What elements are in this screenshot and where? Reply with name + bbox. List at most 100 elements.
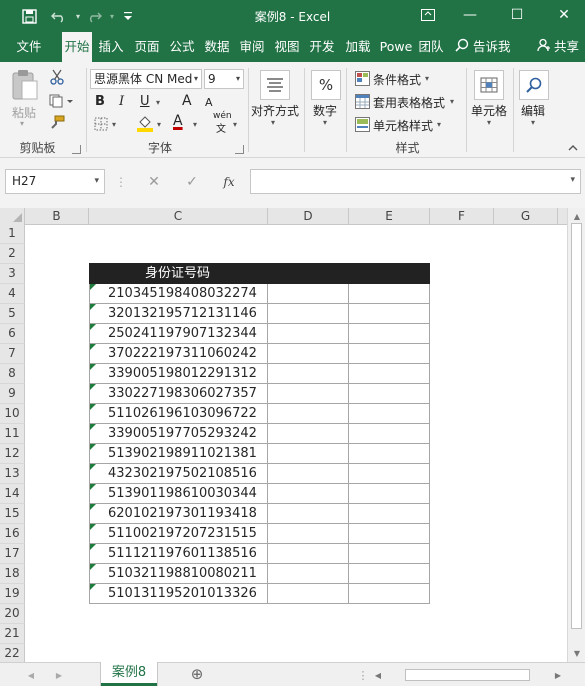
collapse-ribbon-icon[interactable] — [566, 140, 580, 154]
id-number-cell[interactable]: 339005198012291312 — [89, 364, 268, 384]
error-indicator-icon[interactable] — [90, 504, 96, 510]
id-number-cell[interactable]: 513901198610030344 — [89, 484, 268, 504]
borders-dropdown-icon[interactable]: ▾ — [112, 120, 116, 129]
table-cell-d[interactable] — [268, 404, 349, 424]
tab-review[interactable]: 审阅 — [236, 32, 268, 62]
fill-color-dropdown-icon[interactable]: ▾ — [157, 120, 161, 129]
row-header[interactable]: 18 — [0, 564, 25, 584]
conditional-format-icon[interactable] — [354, 70, 370, 86]
column-header-f[interactable]: F — [430, 208, 494, 225]
cell-styles-dropdown-icon[interactable]: ▾ — [437, 120, 441, 129]
id-number-cell[interactable]: 330227198306027357 — [89, 384, 268, 404]
row-header[interactable]: 10 — [0, 404, 25, 424]
font-size-dropdown[interactable]: 9 ▾ — [204, 69, 244, 89]
font-color-button[interactable]: A — [173, 113, 183, 129]
row-header[interactable]: 1 — [0, 224, 25, 244]
number-label[interactable]: 数字 — [313, 102, 337, 119]
select-all-button[interactable] — [0, 208, 25, 225]
table-cell-d[interactable] — [268, 484, 349, 504]
tab-insert[interactable]: 插入 — [95, 32, 127, 62]
row-header[interactable]: 16 — [0, 524, 25, 544]
id-number-cell[interactable]: 511002197207231515 — [89, 524, 268, 544]
error-indicator-icon[interactable] — [90, 284, 96, 290]
id-number-cell[interactable]: 339005197705293242 — [89, 424, 268, 444]
cells-icon[interactable] — [474, 70, 504, 100]
tab-view[interactable]: 视图 — [270, 32, 304, 62]
tell-me-search[interactable]: 告诉我 — [455, 32, 525, 62]
column-header-b[interactable]: B — [25, 208, 89, 225]
prev-sheet-icon[interactable]: ◀ — [24, 668, 38, 682]
row-header[interactable]: 13 — [0, 464, 25, 484]
sheet-tab-active[interactable]: 案例8 — [101, 662, 157, 686]
row-header[interactable]: 11 — [0, 424, 25, 444]
table-cell-d[interactable] — [268, 344, 349, 364]
table-cell-e[interactable] — [349, 284, 430, 304]
table-cell-e[interactable] — [349, 464, 430, 484]
id-number-cell[interactable]: 511121197601138516 — [89, 544, 268, 564]
id-number-cell[interactable]: 370222197311060242 — [89, 344, 268, 364]
table-cell-d[interactable] — [268, 544, 349, 564]
table-header-cell[interactable]: 身份证号码 — [89, 263, 430, 284]
table-cell-e[interactable] — [349, 424, 430, 444]
error-indicator-icon[interactable] — [90, 444, 96, 450]
cut-icon[interactable] — [48, 68, 66, 86]
format-as-table-button[interactable]: 套用表格格式 — [373, 94, 445, 111]
row-header[interactable]: 8 — [0, 364, 25, 384]
row-header[interactable]: 3 — [0, 264, 25, 284]
error-indicator-icon[interactable] — [90, 524, 96, 530]
table-cell-d[interactable] — [268, 504, 349, 524]
paste-dropdown-icon[interactable]: ▾ — [20, 119, 24, 128]
error-indicator-icon[interactable] — [90, 424, 96, 430]
table-cell-e[interactable] — [349, 404, 430, 424]
table-cell-e[interactable] — [349, 384, 430, 404]
row-header[interactable]: 15 — [0, 504, 25, 524]
table-cell-e[interactable] — [349, 364, 430, 384]
row-header[interactable]: 4 — [0, 284, 25, 304]
font-color-dropdown-icon[interactable]: ▾ — [193, 120, 197, 129]
share-button[interactable]: 共享 — [537, 32, 585, 62]
tab-split-grip[interactable]: ⋮ — [356, 668, 370, 682]
horizontal-scroll-thumb[interactable] — [405, 669, 530, 681]
vertical-scroll-thumb[interactable] — [571, 223, 582, 629]
insert-function-button[interactable]: fx — [219, 169, 239, 194]
row-header[interactable]: 20 — [0, 604, 25, 624]
table-cell-e[interactable] — [349, 444, 430, 464]
row-header[interactable]: 6 — [0, 324, 25, 344]
table-cell-d[interactable] — [268, 384, 349, 404]
error-indicator-icon[interactable] — [90, 364, 96, 370]
phonetic-dropdown-icon[interactable]: ▾ — [233, 120, 237, 129]
close-button[interactable]: ✕ — [549, 4, 579, 26]
borders-icon[interactable] — [93, 116, 109, 132]
next-sheet-icon[interactable]: ▶ — [52, 668, 66, 682]
conditional-format-dropdown-icon[interactable]: ▾ — [425, 74, 429, 83]
underline-dropdown-icon[interactable]: ▾ — [156, 98, 160, 107]
tab-data[interactable]: 数据 — [200, 32, 234, 62]
cell-styles-button[interactable]: 单元格样式 — [373, 117, 433, 134]
tab-formulas[interactable]: 公式 — [166, 32, 198, 62]
table-cell-d[interactable] — [268, 464, 349, 484]
conditional-format-button[interactable]: 条件格式 — [373, 71, 421, 88]
table-cell-d[interactable] — [268, 364, 349, 384]
tab-home[interactable]: 开始 — [62, 32, 92, 63]
tab-developer[interactable]: 开发 — [306, 32, 338, 62]
id-number-cell[interactable]: 511026196103096722 — [89, 404, 268, 424]
table-cell-e[interactable] — [349, 564, 430, 584]
error-indicator-icon[interactable] — [90, 304, 96, 310]
cells-dropdown-icon[interactable]: ▾ — [487, 118, 491, 127]
column-header-d[interactable]: D — [268, 208, 349, 225]
row-header[interactable]: 2 — [0, 244, 25, 264]
table-cell-d[interactable] — [268, 584, 349, 604]
row-header[interactable]: 21 — [0, 624, 25, 644]
table-cell-e[interactable] — [349, 504, 430, 524]
error-indicator-icon[interactable] — [90, 344, 96, 350]
vertical-scrollbar[interactable]: ▲ ▼ — [567, 208, 585, 662]
enter-icon[interactable]: ✓ — [182, 169, 202, 194]
error-indicator-icon[interactable] — [90, 564, 96, 570]
id-number-cell[interactable]: 432302197502108516 — [89, 464, 268, 484]
tab-file[interactable]: 文件 — [10, 32, 48, 62]
cell-styles-icon[interactable] — [354, 116, 370, 132]
worksheet-grid[interactable]: B C D E F G 1 2 3 4 5 6 7 8 9 10 11 12 13 14 15 16 17 18 1… — [0, 208, 567, 662]
format-as-table-icon[interactable] — [354, 93, 370, 109]
error-indicator-icon[interactable] — [90, 484, 96, 490]
underline-button[interactable]: U — [140, 94, 150, 109]
